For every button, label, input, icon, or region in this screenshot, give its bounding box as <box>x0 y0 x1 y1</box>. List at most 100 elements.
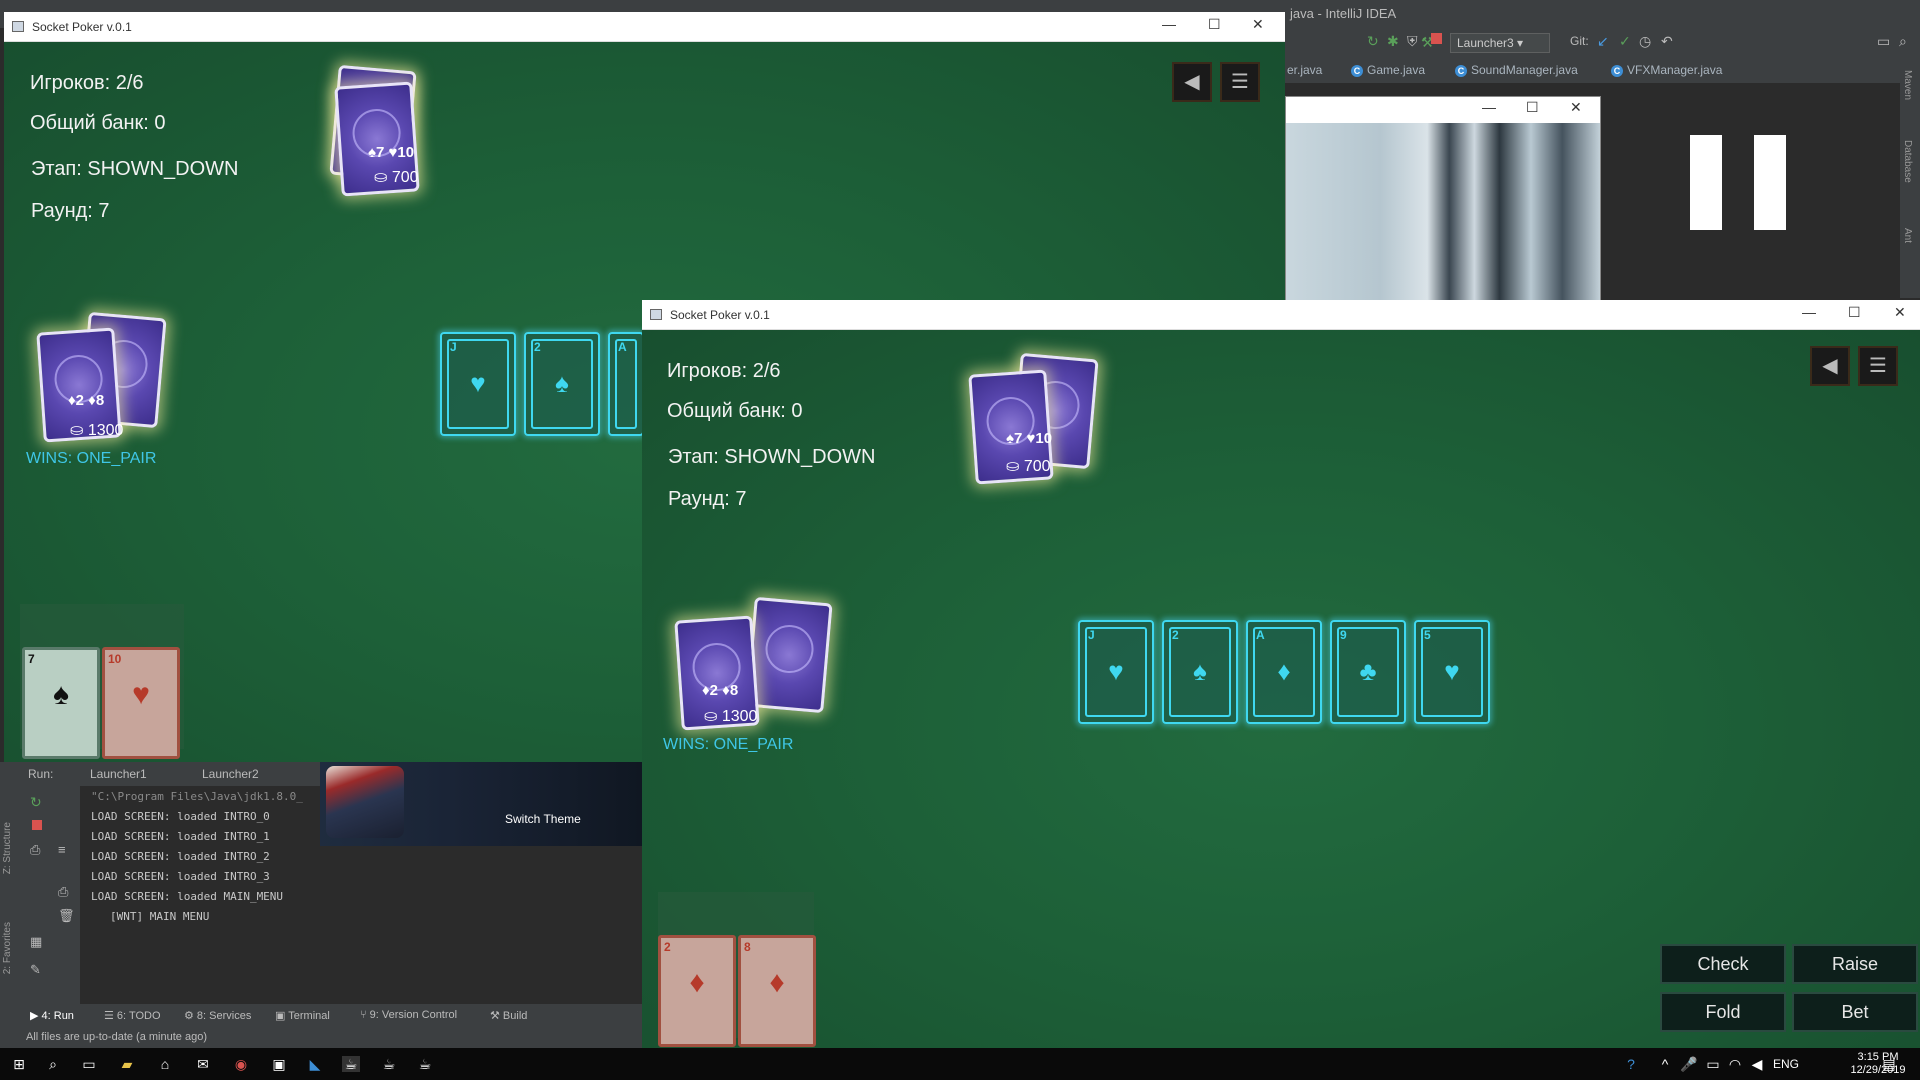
favorites-tab[interactable]: 2: Favorites <box>2 922 13 974</box>
opponent-chips-value: 700 <box>391 169 419 186</box>
menu-button[interactable]: ☰ <box>1220 62 1260 102</box>
mail-icon[interactable]: ✉ <box>194 1056 212 1072</box>
image-viewer-window: — ☐ ✕ <box>1285 96 1601 301</box>
stop-icon[interactable] <box>32 820 42 830</box>
tool-tab-build[interactable]: ⚒ Build <box>490 1009 527 1022</box>
card-rank: 2 <box>534 340 541 354</box>
intellij-icon[interactable]: ▣ <box>270 1056 288 1072</box>
editor-tab-soundmanager[interactable]: C SoundManager.java <box>1455 63 1578 77</box>
run-config-select[interactable]: Launcher3 ▾ <box>1450 33 1550 53</box>
tool-tab-terminal[interactable]: ▣ Terminal <box>275 1009 330 1022</box>
tool-tab-run[interactable]: ▶ 4: Run <box>30 1009 74 1022</box>
opponent-chips: ⛀ 700 <box>1006 458 1051 475</box>
help-icon[interactable]: ? <box>1622 1056 1640 1072</box>
card-suit: ♠ <box>1193 656 1207 686</box>
window-title: Socket Poker v.0.1 <box>670 308 770 322</box>
browser-icon[interactable]: ◉ <box>232 1056 250 1072</box>
clock[interactable]: 3:15 PM 12/29/2019 <box>1848 1051 1908 1077</box>
notifications-icon[interactable]: ▤ <box>1880 1056 1898 1072</box>
tool-tab-version-control[interactable]: ⑂ 9: Version Control <box>360 1009 457 1021</box>
vscode-icon[interactable]: ◣ <box>306 1056 324 1072</box>
rerun-icon[interactable]: ↻ <box>30 794 42 811</box>
structure-tab[interactable]: Z: Structure <box>2 822 13 874</box>
log-line: LOAD SCREEN: loaded INTRO_2 <box>91 850 270 863</box>
git-commit-icon[interactable]: ✓ <box>1619 33 1631 50</box>
layout-icon[interactable]: ▦ <box>30 934 42 950</box>
check-button[interactable]: Check <box>1660 944 1786 984</box>
print-icon[interactable]: ⎙ <box>58 884 68 900</box>
sound-toggle-button[interactable]: ◀ <box>1810 346 1850 386</box>
camera-icon[interactable]: ⎙ <box>30 842 40 858</box>
java-app-icon[interactable]: ☕ <box>416 1056 434 1072</box>
maven-tab[interactable]: Maven <box>1902 70 1913 100</box>
microphone-icon[interactable]: 🎤 <box>1680 1056 1698 1072</box>
community-card: 5 ♥ <box>1414 620 1490 724</box>
maximize-button[interactable]: ☐ <box>1208 16 1221 33</box>
card-rank: J <box>450 340 457 354</box>
close-button[interactable]: ✕ <box>1570 99 1582 116</box>
sound-toggle-button[interactable]: ◀ <box>1172 62 1212 102</box>
run-tab-launcher1[interactable]: Launcher1 <box>90 767 147 781</box>
editor-tab-game[interactable]: C Game.java <box>1351 63 1425 77</box>
trash-icon[interactable]: 🗑 <box>58 908 75 924</box>
editor-tab-vfxmanager[interactable]: C VFXManager.java <box>1611 63 1722 77</box>
maximize-button[interactable]: ☐ <box>1848 304 1861 321</box>
database-tab[interactable]: Database <box>1902 140 1913 183</box>
viewer-image <box>1286 123 1600 301</box>
fold-button[interactable]: Fold <box>1660 992 1786 1032</box>
task-view-icon[interactable]: ▭ <box>80 1056 98 1072</box>
language-indicator[interactable]: ENG <box>1773 1057 1799 1071</box>
stop-icon[interactable] <box>1431 33 1442 44</box>
game-window-2-titlebar: Socket Poker v.0.1 — ☐ ✕ <box>642 300 1920 330</box>
layout-icon[interactable]: ▭ <box>1877 33 1890 50</box>
git-update-icon[interactable]: ↙ <box>1597 33 1609 50</box>
ant-tab[interactable]: Ant <box>1902 228 1913 243</box>
minimize-button[interactable]: — <box>1162 16 1176 32</box>
history-icon[interactable]: ◷ <box>1639 33 1651 50</box>
minimize-button[interactable]: — <box>1802 304 1816 320</box>
battery-icon[interactable]: ▭ <box>1704 1056 1722 1072</box>
java-app-icon[interactable]: ☕ <box>380 1056 398 1072</box>
game-stage: Этап: SHOWN_DOWN <box>31 158 239 180</box>
maximize-button[interactable]: ☐ <box>1526 99 1539 116</box>
debug-icon[interactable]: ✱ <box>1387 33 1399 50</box>
editor-tab-0[interactable]: er.java <box>1287 63 1322 77</box>
pin-icon[interactable]: ✎ <box>30 962 41 978</box>
card-rank: 7 <box>28 652 35 666</box>
tray-chevron-icon[interactable]: ^ <box>1656 1056 1674 1072</box>
search-icon[interactable]: ⌕ <box>44 1056 62 1072</box>
community-card: A ♦ <box>1246 620 1322 724</box>
tool-tab-label: Build <box>502 1010 528 1022</box>
store-icon[interactable]: ⌂ <box>156 1056 174 1072</box>
start-windows-icon[interactable]: ⊞ <box>10 1056 28 1072</box>
close-button[interactable]: ✕ <box>1252 16 1264 33</box>
bet-button[interactable]: Bet <box>1792 992 1918 1032</box>
player-cards: ♦2 ♦8 <box>68 392 105 409</box>
java-app-icon[interactable]: ☕ <box>342 1056 360 1072</box>
community-card: A <box>608 332 644 436</box>
ide-right-toolbar: Maven Database Ant <box>1900 58 1920 298</box>
opponent-cards: ♠7 ♥10 <box>368 144 415 161</box>
editor-tab-label: SoundManager.java <box>1471 63 1578 77</box>
coverage-icon[interactable]: ⛨ <box>1407 33 1418 50</box>
soft-wrap-icon[interactable]: ≡ <box>58 842 66 857</box>
switch-theme-button[interactable] <box>320 762 642 846</box>
tool-tab-services[interactable]: ⚙ 8: Services <box>184 1009 251 1022</box>
menu-button[interactable]: ☰ <box>1858 346 1898 386</box>
ide-toolbar: ⚒ Git: ↙ ✓ ◷ ↶ ↻ ✱ ⛨ ▭ ⌕ <box>1285 28 1920 58</box>
minimize-button[interactable]: — <box>1482 99 1496 115</box>
rerun-icon[interactable]: ↻ <box>1367 33 1379 50</box>
volume-icon[interactable]: ◀ <box>1748 1056 1766 1072</box>
search-icon[interactable]: ⌕ <box>1899 33 1907 50</box>
wins-label: WINS: ONE_PAIR <box>663 736 794 753</box>
pause-bar-right <box>1754 135 1786 230</box>
game-window-1-titlebar: Socket Poker v.0.1 — ☐ ✕ <box>4 12 1285 42</box>
file-explorer-icon[interactable]: ▰ <box>118 1056 136 1072</box>
raise-button[interactable]: Raise <box>1792 944 1918 984</box>
tool-tab-todo[interactable]: ☰ 6: TODO <box>104 1009 161 1022</box>
close-button[interactable]: ✕ <box>1894 304 1906 321</box>
rollback-icon[interactable]: ↶ <box>1661 33 1673 50</box>
wifi-icon[interactable]: ◠ <box>1726 1056 1744 1072</box>
run-tab-launcher2[interactable]: Launcher2 <box>202 767 259 781</box>
card-rank: 10 <box>108 652 122 666</box>
